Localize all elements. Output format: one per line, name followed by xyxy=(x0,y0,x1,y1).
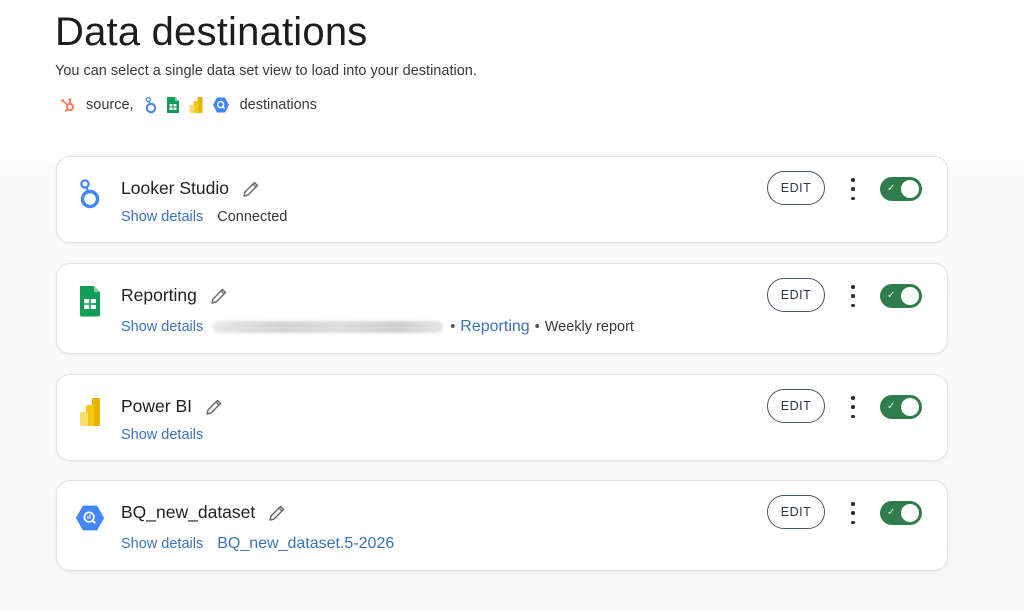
enabled-toggle[interactable]: ✓ xyxy=(880,395,922,419)
destination-name-label: Power BI xyxy=(121,396,192,416)
rename-pencil-icon[interactable] xyxy=(241,179,261,199)
power-bi-icon xyxy=(75,395,105,429)
enabled-toggle[interactable]: ✓ xyxy=(880,501,922,525)
edit-button[interactable]: EDIT xyxy=(767,171,825,205)
enabled-toggle[interactable]: ✓ xyxy=(880,284,922,308)
edit-button[interactable]: EDIT xyxy=(767,278,825,312)
destination-meta: Show details • Reporting • Weekly report xyxy=(121,318,634,336)
rename-pencil-icon[interactable] xyxy=(209,286,229,306)
spreadsheet-link[interactable]: Reporting xyxy=(460,318,529,336)
edit-button[interactable]: EDIT xyxy=(767,389,825,423)
destination-name-label: Looker Studio xyxy=(121,178,229,198)
redacted-account-email xyxy=(213,321,444,333)
bigquery-icon xyxy=(75,501,105,535)
sheet-tab-name: Weekly report xyxy=(544,319,634,335)
connection-status: Connected xyxy=(217,209,288,225)
show-details-link[interactable]: Show details xyxy=(121,319,203,335)
looker-studio-icon xyxy=(144,96,158,114)
destination-card-looker-studio: Looker Studio Show details Connected EDI… xyxy=(56,156,948,243)
more-options-icon[interactable] xyxy=(847,285,859,307)
destination-name: Power BI xyxy=(121,396,224,417)
show-details-link[interactable]: Show details xyxy=(121,427,203,443)
destination-name: Reporting xyxy=(121,285,229,306)
rename-pencil-icon[interactable] xyxy=(267,503,287,523)
power-bi-icon xyxy=(188,96,204,114)
destination-name: Looker Studio xyxy=(121,178,261,199)
destination-card-reporting: Reporting Show details • Reporting • Wee… xyxy=(56,263,948,354)
page-title: Data destinations xyxy=(55,10,368,54)
source-label: source, xyxy=(86,97,134,113)
destination-meta: Show details BQ_new_dataset.5-2026 xyxy=(121,535,394,553)
source-destinations-summary: source, destinations xyxy=(60,95,317,115)
destination-name-label: Reporting xyxy=(121,285,197,305)
bigquery-icon xyxy=(212,96,230,114)
destination-meta: Show details xyxy=(121,427,203,443)
edit-button[interactable]: EDIT xyxy=(767,495,825,529)
google-sheets-icon xyxy=(166,96,180,114)
destination-card-bq-new-dataset: BQ_new_dataset Show details BQ_new_datas… xyxy=(56,480,948,571)
more-options-icon[interactable] xyxy=(847,178,859,200)
dataset-link[interactable]: BQ_new_dataset.5-2026 xyxy=(217,535,394,553)
show-details-link[interactable]: Show details xyxy=(121,209,203,225)
destinations-label: destinations xyxy=(239,97,317,113)
destination-name-label: BQ_new_dataset xyxy=(121,502,256,522)
more-options-icon[interactable] xyxy=(847,502,859,524)
rename-pencil-icon[interactable] xyxy=(204,397,224,417)
show-details-link[interactable]: Show details xyxy=(121,536,203,552)
enabled-toggle[interactable]: ✓ xyxy=(880,177,922,201)
google-sheets-icon xyxy=(75,284,105,318)
more-options-icon[interactable] xyxy=(847,396,859,418)
destination-card-power-bi: Power BI Show details EDIT ✓ xyxy=(56,374,948,461)
destination-name: BQ_new_dataset xyxy=(121,502,287,523)
hubspot-icon xyxy=(60,97,76,113)
destination-meta: Show details Connected xyxy=(121,209,287,225)
page-subtitle: You can select a single data set view to… xyxy=(55,63,477,79)
looker-studio-icon xyxy=(75,177,105,211)
